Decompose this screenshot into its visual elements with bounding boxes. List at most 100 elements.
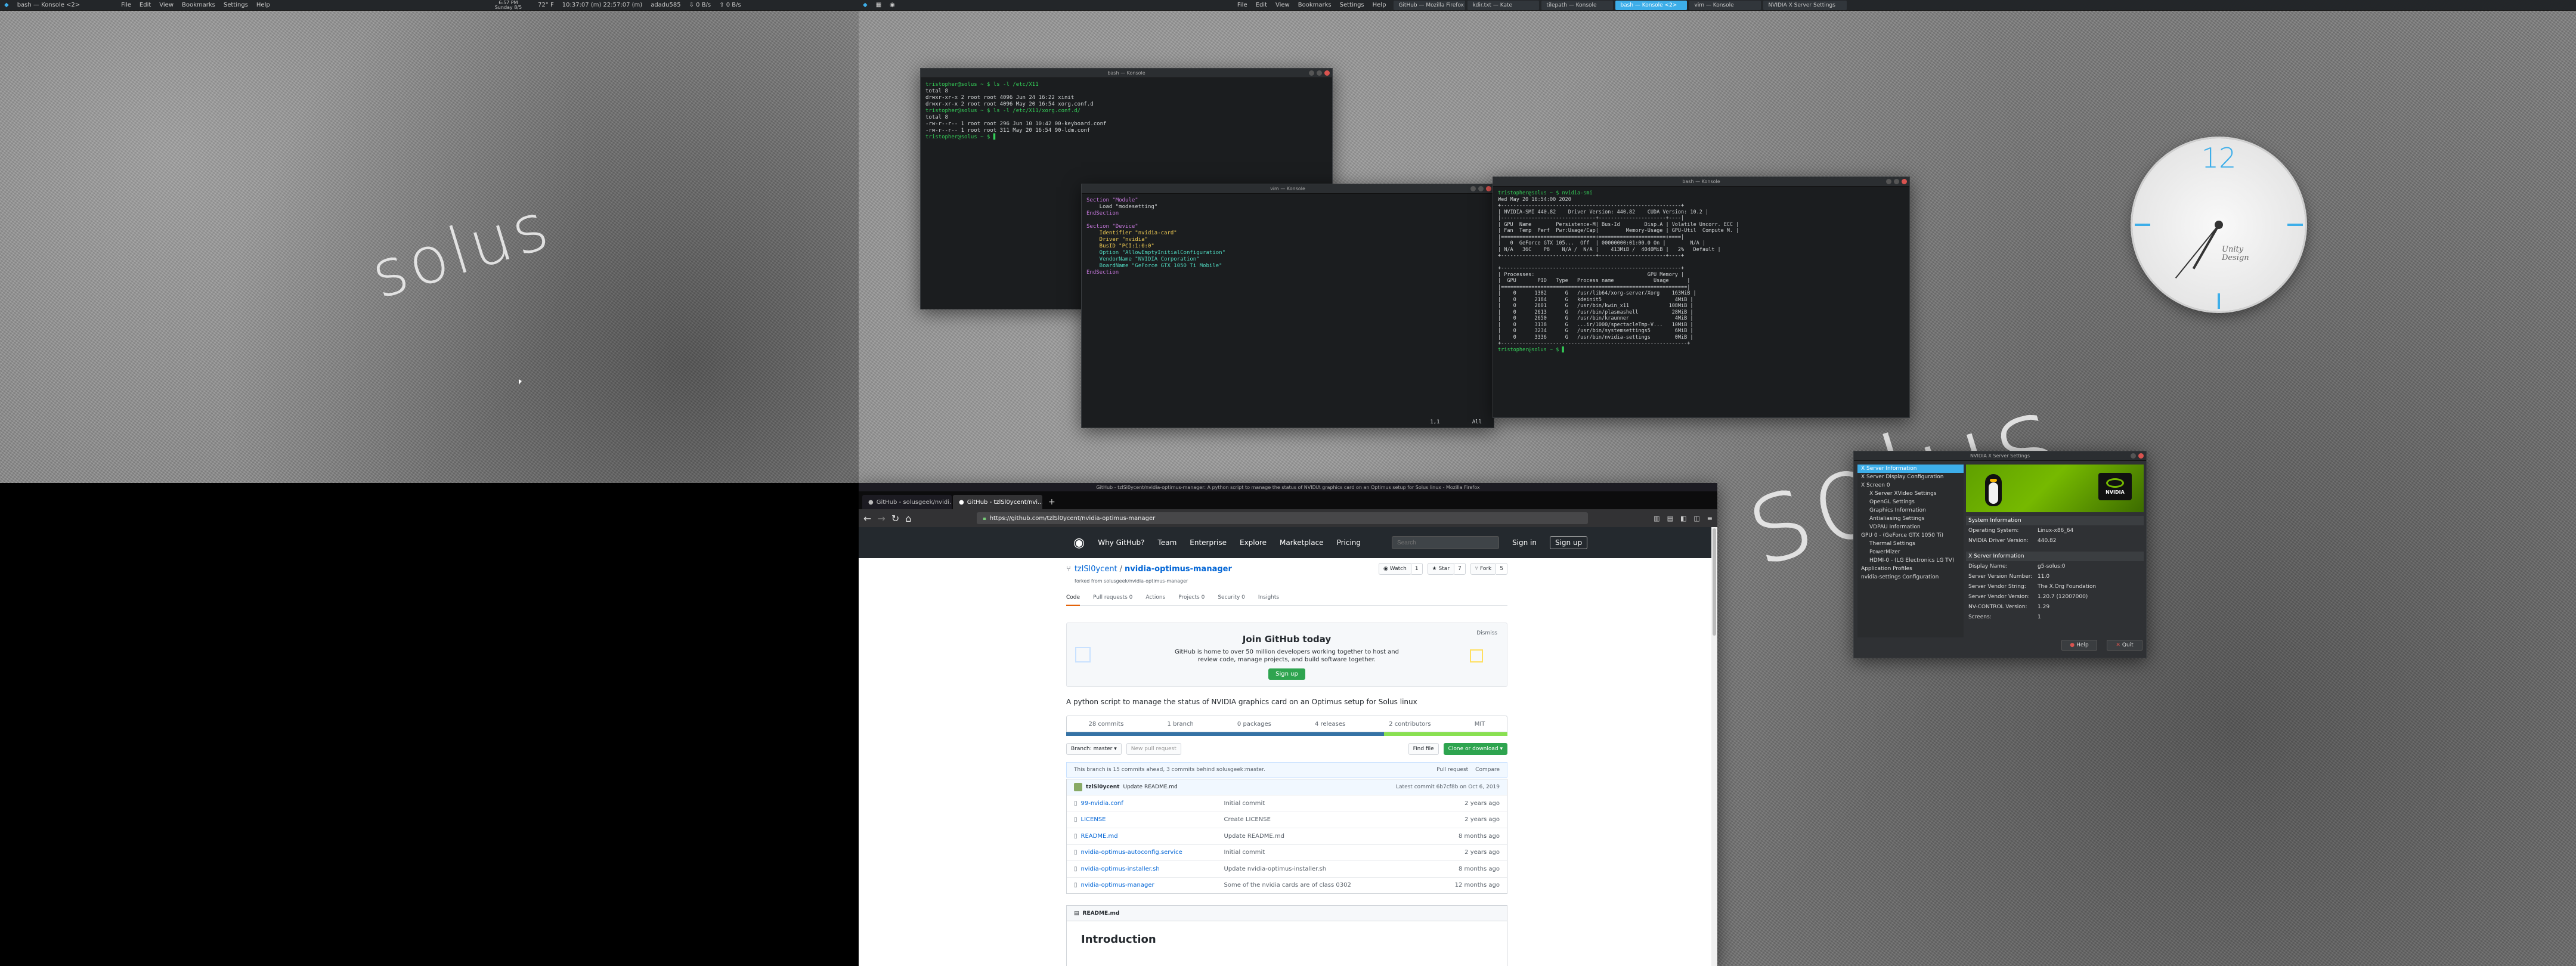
firefox-titlebar[interactable]: GitHub - tzlSl0ycent/nvidia-optimus-mana… xyxy=(859,483,1717,491)
settings-tree-item[interactable]: nvidia-settings Configuration xyxy=(1857,573,1964,581)
maximize-icon[interactable] xyxy=(1894,179,1899,184)
tab-code[interactable]: Code xyxy=(1066,595,1080,606)
stat-contributors[interactable]: 2 contributors xyxy=(1389,721,1431,727)
menu-help[interactable]: Help xyxy=(252,2,274,8)
minimize-icon[interactable] xyxy=(1886,179,1891,184)
settings-tree-item[interactable]: Graphics Information xyxy=(1857,506,1964,515)
nav-team[interactable]: Team xyxy=(1158,538,1177,547)
nav-marketplace[interactable]: Marketplace xyxy=(1280,538,1324,547)
fork-button[interactable]: ⑂ Fork xyxy=(1470,563,1497,575)
table-row[interactable]: ▯ nvidia-optimus-manager Some of the nvidi… xyxy=(1067,877,1507,894)
nav-enterprise[interactable]: Enterprise xyxy=(1190,538,1227,547)
branch-select[interactable]: Branch: master ▾ xyxy=(1066,743,1122,755)
konsole-window-nvidia-smi[interactable]: bash — Konsole tristopher@solus ~ $ nvid… xyxy=(1493,177,1910,418)
tab-actions[interactable]: Actions xyxy=(1145,595,1165,600)
repo-name-link[interactable]: nvidia-optimus-manager xyxy=(1125,565,1232,574)
menu-settings[interactable]: Settings xyxy=(1336,2,1368,8)
sign-in-link[interactable]: Sign in xyxy=(1512,538,1537,547)
file-commit-message[interactable]: Update nvidia-optimus-installer.sh xyxy=(1224,866,1459,872)
file-name-link[interactable]: README.md xyxy=(1081,833,1224,840)
repo-owner-link[interactable]: tzlSl0ycent xyxy=(1075,565,1117,574)
file-name-link[interactable]: nvidia-optimus-autoconfig.service xyxy=(1081,849,1224,856)
screenshot-icon[interactable]: ◫ xyxy=(1693,515,1699,522)
file-commit-message[interactable]: Create LICENSE xyxy=(1224,816,1465,823)
terminal-output[interactable]: tristopher@solus ~ $ ls -l /etc/X11 total… xyxy=(921,78,1332,144)
table-row[interactable]: ▯ nvidia-optimus-installer.sh Update nvidi… xyxy=(1067,860,1507,877)
watch-count[interactable]: 1 xyxy=(1411,563,1423,575)
quit-button[interactable]: ✕ Quit xyxy=(2107,640,2142,651)
close-icon[interactable] xyxy=(1486,186,1491,191)
star-count[interactable]: 7 xyxy=(1454,563,1466,575)
forked-from[interactable]: forked from solusgeek/nvidia-optimus-man… xyxy=(1075,578,1507,584)
file-name-link[interactable]: LICENSE xyxy=(1081,816,1224,823)
settings-tree[interactable]: X Server Information X Server Display Con… xyxy=(1857,465,1964,637)
nav-pricing[interactable]: Pricing xyxy=(1337,538,1361,547)
settings-tree-item[interactable]: X Server XVideo Settings xyxy=(1857,490,1964,498)
firefox-window[interactable]: GitHub - tzlSl0ycent/nvidia-optimus-mana… xyxy=(859,483,1717,966)
new-pull-request-button[interactable]: New pull request xyxy=(1126,743,1181,755)
stat-license[interactable]: MIT xyxy=(1475,721,1485,727)
nav-why-github[interactable]: Why GitHub? xyxy=(1098,538,1144,547)
settings-tree-item[interactable]: X Server Display Configuration xyxy=(1857,473,1964,481)
new-tab-button[interactable]: + xyxy=(1044,495,1060,509)
file-name-link[interactable]: 99-nvidia.conf xyxy=(1081,800,1224,807)
stat-branch[interactable]: 1 branch xyxy=(1168,721,1194,727)
extension-icon[interactable]: ◧ xyxy=(1680,515,1686,522)
file-commit-message[interactable]: Initial commit xyxy=(1224,849,1465,856)
github-logo-icon[interactable]: ◉ xyxy=(1073,535,1085,550)
konsole-titlebar[interactable]: vim — Konsole xyxy=(1082,184,1494,194)
table-row[interactable]: ▯ LICENSE Create LICENSE 2 years ago xyxy=(1067,811,1507,828)
close-icon[interactable] xyxy=(1902,179,1907,184)
vim-buffer[interactable]: Section "Module" Load "modesetting" EndSe… xyxy=(1082,194,1494,280)
settings-tree-item[interactable]: X Server Information xyxy=(1857,465,1964,473)
close-icon[interactable] xyxy=(1324,70,1330,76)
konsole-titlebar[interactable]: bash — Konsole xyxy=(921,69,1332,78)
fork-count[interactable]: 5 xyxy=(1496,563,1507,575)
settings-tree-item[interactable]: Application Profiles xyxy=(1857,565,1964,573)
github-search-input[interactable] xyxy=(1392,536,1500,549)
task-nvidia-settings[interactable]: NVIDIA X Server Settings xyxy=(1763,0,1847,10)
file-commit-message[interactable]: Update README.md xyxy=(1224,833,1459,840)
kickoff-icon[interactable]: ◆ xyxy=(0,2,13,8)
find-file-button[interactable]: Find file xyxy=(1408,743,1439,755)
forward-icon[interactable]: → xyxy=(877,513,885,524)
menu-settings[interactable]: Settings xyxy=(219,2,252,8)
help-button[interactable]: ● Help xyxy=(2061,640,2097,651)
tab-security[interactable]: Security 0 xyxy=(1218,595,1245,600)
table-row[interactable]: ▯ README.md Update README.md 8 months ago xyxy=(1067,828,1507,844)
panel-clock[interactable]: 6:57 PM Sunday 8/5 xyxy=(495,0,522,10)
settings-tree-item[interactable]: HDMI-0 - (LG Electronics LG TV) xyxy=(1857,556,1964,565)
settings-tree-item[interactable]: Thermal Settings xyxy=(1857,540,1964,548)
tab-pull-requests[interactable]: Pull requests 0 xyxy=(1093,595,1132,600)
analog-clock-widget[interactable]: 12 Unity Design xyxy=(2132,138,2305,311)
compare-link[interactable]: Compare xyxy=(1475,767,1500,773)
clone-button[interactable]: Clone or download ▾ xyxy=(1443,743,1507,755)
close-icon[interactable] xyxy=(2138,453,2144,459)
task-konsole-vim[interactable]: vim — Konsole xyxy=(1689,0,1761,10)
file-commit-message[interactable]: Initial commit xyxy=(1224,800,1465,807)
browser-tab[interactable]: ● GitHub - solusgeek/nvidi… xyxy=(862,495,952,509)
menu-file[interactable]: File xyxy=(1233,2,1252,8)
settings-tree-item[interactable]: PowerMizer xyxy=(1857,548,1964,556)
menu-icon[interactable]: ≡ xyxy=(1707,515,1713,522)
library-icon[interactable]: ▥ xyxy=(1654,515,1659,522)
table-row[interactable]: ▯ 99-nvidia.conf Initial commit 2 years ago xyxy=(1067,795,1507,812)
task-konsole-tilepath[interactable]: tilepath — Konsole xyxy=(1541,0,1614,10)
nav-explore[interactable]: Explore xyxy=(1240,538,1267,547)
pull-request-link[interactable]: Pull request xyxy=(1436,767,1468,773)
menu-view[interactable]: View xyxy=(1271,2,1294,8)
desktop-pager-icon[interactable]: ▦ xyxy=(872,2,886,8)
commit-message[interactable]: Update README.md xyxy=(1123,784,1177,790)
terminal-output[interactable]: tristopher@solus ~ $ nvidia-smi Wed May 2… xyxy=(1493,187,1909,357)
nvidia-settings-window[interactable]: NVIDIA X Server Settings X Server Inform… xyxy=(1853,451,2147,658)
star-button[interactable]: ★ Star xyxy=(1427,563,1454,575)
konsole-window-vim[interactable]: vim — Konsole Section "Module" Load "mod… xyxy=(1081,184,1494,428)
file-name-link[interactable]: nvidia-optimus-installer.sh xyxy=(1081,866,1224,872)
file-name-link[interactable]: nvidia-optimus-manager xyxy=(1081,882,1224,888)
reload-icon[interactable]: ↻ xyxy=(891,513,899,524)
join-sign-up-button[interactable]: Sign up xyxy=(1268,668,1305,680)
settings-tree-item[interactable]: VDPAU Information xyxy=(1857,523,1964,531)
task-firefox[interactable]: GitHub — Mozilla Firefox xyxy=(1394,0,1466,10)
commit-author[interactable]: tzlSl0ycent xyxy=(1086,784,1119,790)
table-row[interactable]: ▯ nvidia-optimus-autoconfig.service Initia… xyxy=(1067,844,1507,861)
